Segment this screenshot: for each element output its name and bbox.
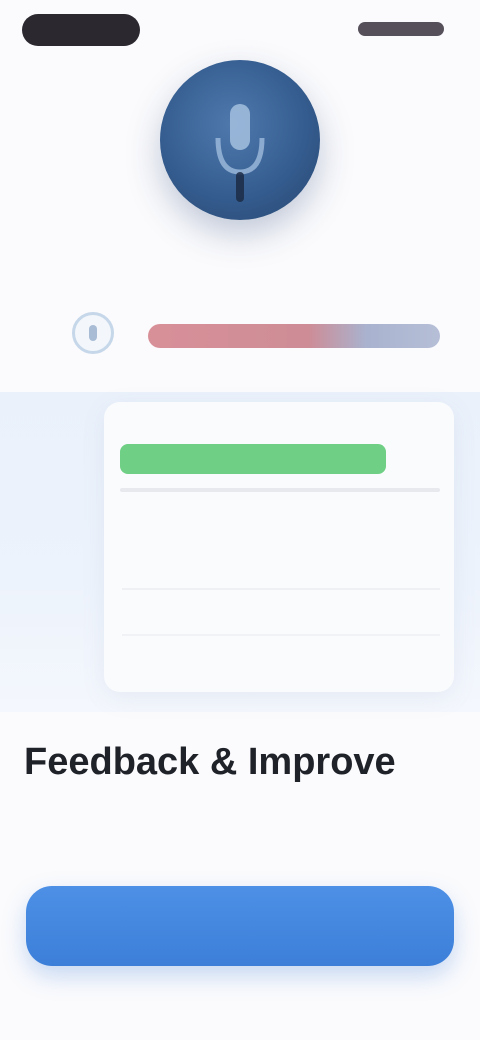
app-screen: Feedback & Improve [0, 0, 480, 1040]
page-description [24, 798, 454, 858]
card-divider [120, 488, 440, 492]
transcript-text [148, 324, 440, 348]
card-row-label [130, 600, 204, 620]
card-row-value [380, 598, 424, 620]
card-subtitle [150, 498, 300, 518]
card-row-divider [122, 634, 440, 636]
microphone-button[interactable] [160, 60, 320, 220]
listening-label [36, 252, 216, 274]
card-section-label [122, 554, 234, 576]
speaker-icon[interactable] [72, 312, 114, 354]
card-link[interactable] [272, 656, 432, 676]
status-bar-time [22, 14, 140, 46]
card-section-divider [122, 588, 440, 590]
continue-button[interactable] [26, 886, 454, 966]
card-title [120, 444, 386, 474]
transcript-row [60, 304, 450, 364]
status-bar-indicators [358, 22, 444, 36]
page-title: Feedback & Improve [24, 741, 396, 783]
result-card[interactable] [104, 402, 454, 692]
microphone-icon [215, 104, 265, 202]
